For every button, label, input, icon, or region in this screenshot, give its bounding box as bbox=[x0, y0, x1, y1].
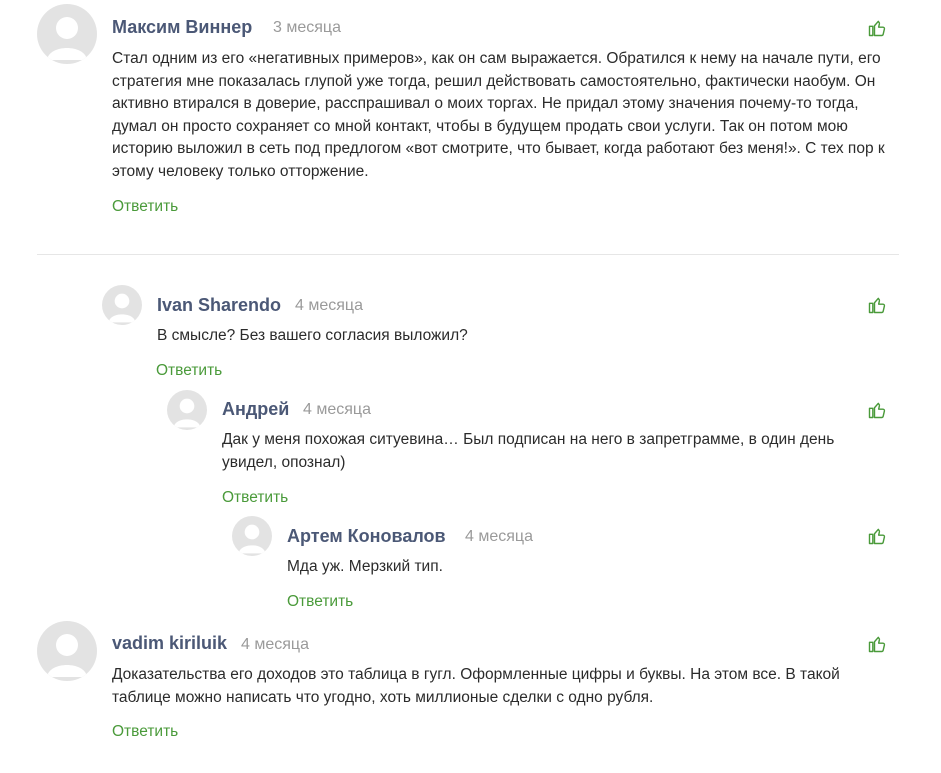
avatar[interactable] bbox=[102, 285, 142, 325]
comment-author[interactable]: Артем Коновалов bbox=[287, 526, 446, 547]
thumbs-up-icon[interactable] bbox=[867, 18, 887, 38]
reply-button[interactable]: Ответить bbox=[112, 723, 178, 741]
divider bbox=[37, 254, 899, 255]
comment-author[interactable]: vadim kiriluik bbox=[112, 633, 227, 654]
comment-author[interactable]: Андрей bbox=[222, 399, 289, 420]
comment: Андрей 4 месяца Дак у меня похожая ситуе… bbox=[167, 390, 899, 510]
comment: Ivan Sharendo 4 месяца В смысле? Без ваш… bbox=[102, 285, 899, 385]
comment-text: В смысле? Без вашего согласия выложил? bbox=[157, 327, 468, 344]
thumbs-up-icon[interactable] bbox=[867, 634, 887, 654]
thumbs-up-icon[interactable] bbox=[867, 526, 887, 546]
thumbs-up-icon[interactable] bbox=[867, 295, 887, 315]
avatar[interactable] bbox=[37, 4, 97, 64]
reply-button[interactable]: Ответить bbox=[287, 593, 353, 611]
comment-date: 3 месяца bbox=[273, 19, 341, 36]
comment-date: 4 месяца bbox=[465, 528, 533, 545]
thumbs-up-icon[interactable] bbox=[867, 400, 887, 420]
reply-button[interactable]: Ответить bbox=[222, 489, 288, 507]
avatar[interactable] bbox=[167, 390, 207, 430]
comment-text: Мда уж. Мерзкий тип. bbox=[287, 558, 443, 575]
comment-date: 4 месяца bbox=[295, 297, 363, 314]
comment: Максим Виннер 3 месяца Стал одним из его… bbox=[37, 4, 899, 234]
comment-text: Стал одним из его «негативных примеров»,… bbox=[112, 50, 885, 180]
comment-date: 4 месяца bbox=[303, 401, 371, 418]
comment-text: Дак у меня похожая ситуевина… Был подпис… bbox=[222, 431, 835, 471]
comment-author[interactable]: Ivan Sharendo bbox=[157, 295, 281, 316]
comment-text: Доказательства его доходов это таблица в… bbox=[112, 666, 840, 706]
reply-button[interactable]: Ответить bbox=[156, 362, 222, 380]
avatar[interactable] bbox=[37, 621, 97, 681]
comment: Артем Коновалов 4 месяца Мда уж. Мерзкий… bbox=[232, 516, 899, 616]
comment-date: 4 месяца bbox=[241, 636, 309, 653]
comment: vadim kiriluik 4 месяца Доказательства е… bbox=[37, 621, 899, 751]
avatar[interactable] bbox=[232, 516, 272, 556]
comment-author[interactable]: Максим Виннер bbox=[112, 17, 252, 38]
reply-button[interactable]: Ответить bbox=[112, 198, 178, 216]
